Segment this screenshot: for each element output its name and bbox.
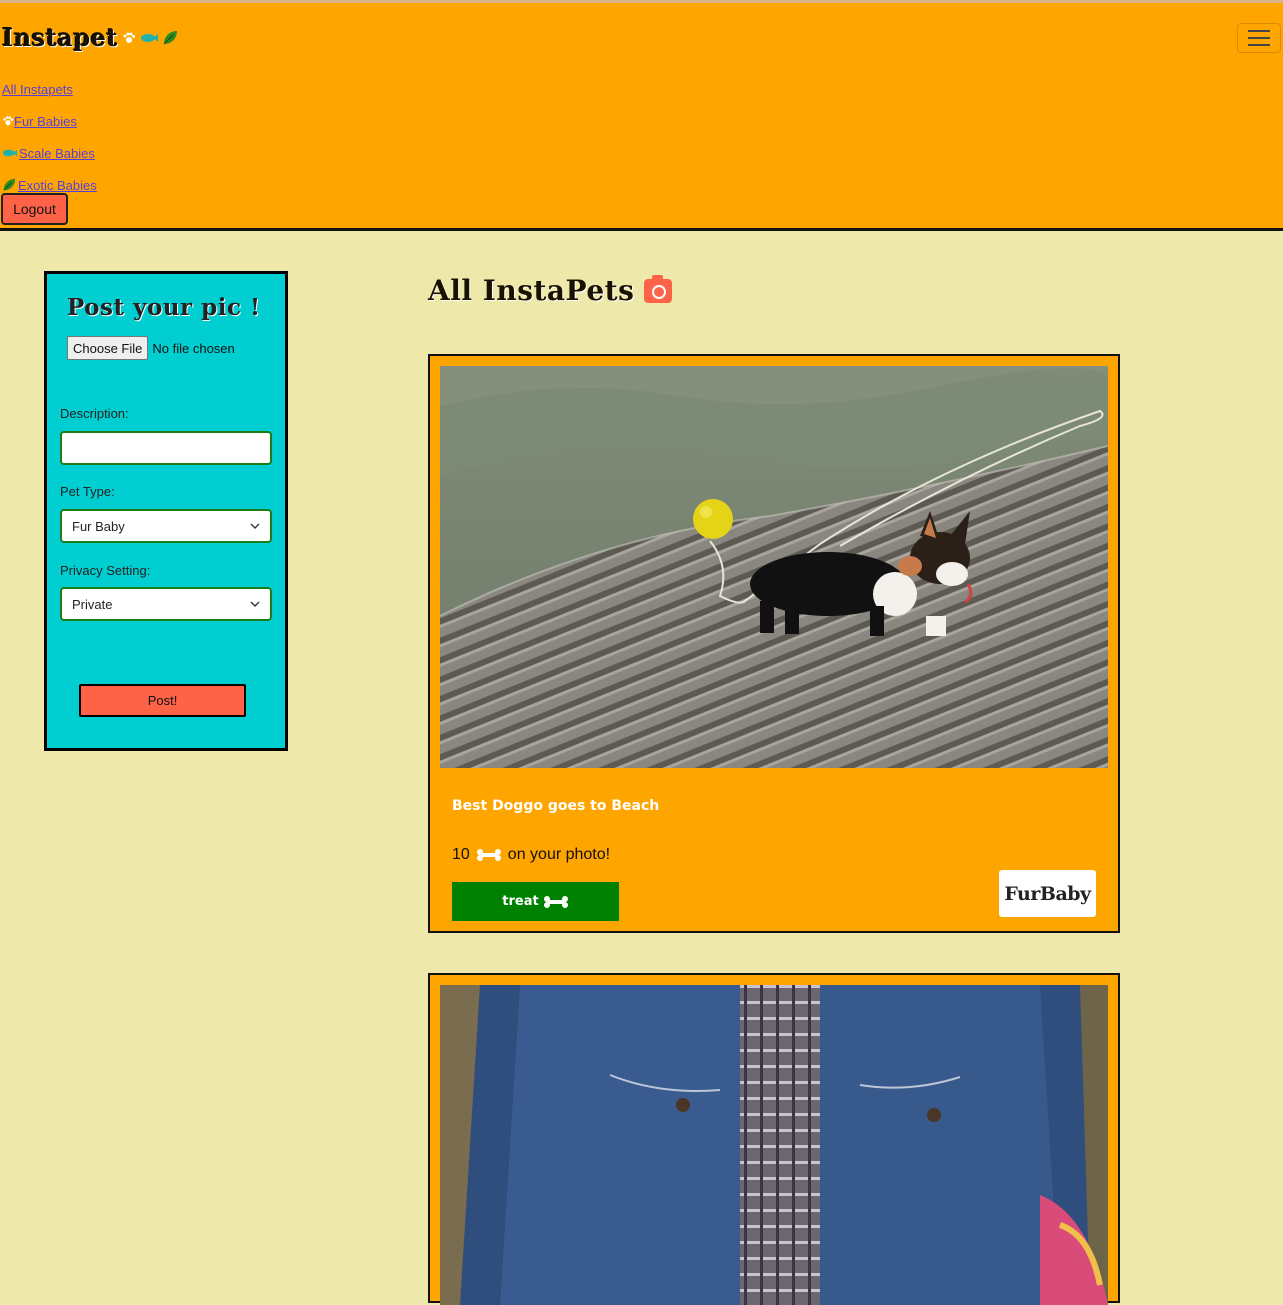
hamburger-bar	[1248, 37, 1270, 39]
post-caption: Best Doggo goes to Beach	[452, 798, 660, 814]
denim-jacket-photo	[440, 985, 1108, 1305]
fish-icon	[140, 33, 158, 42]
nav-link-label: Scale Babies	[19, 145, 95, 161]
post-form-title: Post your pic !	[67, 294, 261, 321]
page-title: All InstaPets	[428, 274, 635, 307]
privacy-select[interactable]: Private	[60, 587, 272, 621]
pet-type-badge: FurBaby	[999, 870, 1096, 917]
bone-icon	[543, 895, 568, 908]
feed-title: All InstaPets	[428, 274, 673, 307]
pet-type-label: Pet Type:	[60, 484, 115, 499]
photo-card	[428, 973, 1120, 1305]
treat-text: on your photo!	[507, 846, 611, 863]
nav-link-label: Fur Babies	[14, 113, 77, 129]
privacy-label: Privacy Setting:	[60, 563, 151, 578]
pet-type-value: Fur Baby	[72, 518, 125, 534]
photo-card: Best Doggo goes to Beach 10 on your phot…	[428, 354, 1120, 933]
file-input[interactable]: Choose File No file chosen	[67, 336, 235, 360]
treat-count-text: 10 on your photo!	[452, 846, 610, 864]
post-photo[interactable]	[440, 366, 1108, 768]
nav-links: All Instapets Fur Babies Scale Babies Ex…	[2, 73, 97, 201]
treat-button-label: treat	[502, 894, 539, 909]
nav-link-scale-babies[interactable]: Scale Babies	[2, 137, 97, 169]
hamburger-bar	[1248, 44, 1270, 46]
privacy-value: Private	[72, 596, 113, 612]
leaf-icon	[3, 178, 16, 191]
description-label: Description:	[60, 406, 129, 421]
post-form: Post your pic ! Choose File No file chos…	[44, 271, 288, 751]
nav-link-fur-babies[interactable]: Fur Babies	[2, 105, 97, 137]
paw-icon	[3, 116, 14, 126]
menu-toggle-button[interactable]	[1237, 23, 1281, 53]
nav-link-label: Exotic Babies	[18, 177, 97, 193]
hamburger-bar	[1248, 30, 1270, 32]
chevron-down-icon	[250, 601, 260, 607]
nav-link-all-instapets[interactable]: All Instapets	[2, 73, 97, 105]
bone-icon	[476, 849, 501, 861]
brand[interactable]: Instapet	[2, 23, 178, 52]
chevron-down-icon	[250, 523, 260, 529]
treat-count: 10	[452, 846, 470, 863]
brand-name: Instapet	[2, 23, 118, 52]
nav-link-label: All Instapets	[2, 81, 73, 97]
camera-icon	[644, 274, 673, 303]
post-submit-button[interactable]: Post!	[79, 684, 246, 717]
fish-icon	[2, 149, 17, 157]
choose-file-button[interactable]: Choose File	[67, 336, 149, 360]
dog-beach-photo	[440, 366, 1108, 768]
logout-button[interactable]: Logout	[1, 193, 68, 225]
post-photo[interactable]	[440, 985, 1108, 1305]
treat-button[interactable]: treat	[452, 882, 619, 921]
file-status: No file chosen	[152, 340, 235, 356]
pet-type-select[interactable]: Fur Baby	[60, 509, 272, 543]
navbar: Instapet All Instapets Fur Babies Scale …	[0, 3, 1283, 231]
description-input[interactable]	[60, 431, 272, 465]
leaf-icon	[163, 30, 177, 44]
paw-icon	[123, 32, 135, 43]
